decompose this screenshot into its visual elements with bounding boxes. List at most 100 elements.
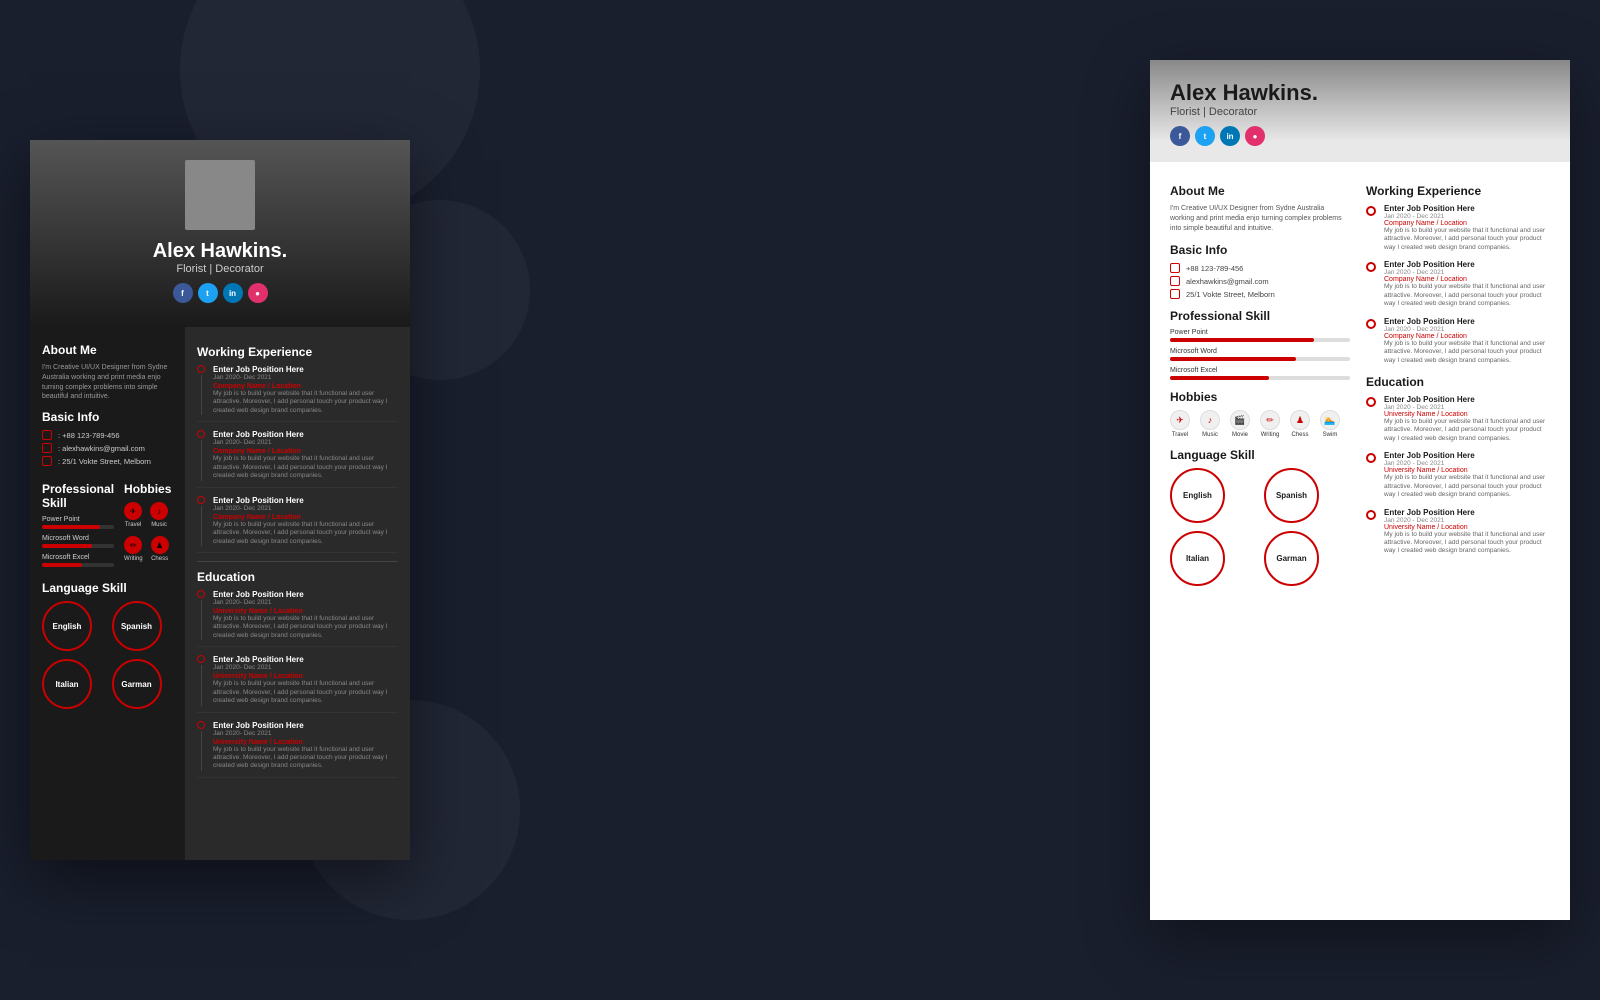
dark-photo <box>185 160 255 230</box>
light-work-dot <box>1366 319 1376 329</box>
dark-edu-item: Enter Job Position Here Jan 2020- Dec 20… <box>197 721 398 778</box>
email-icon <box>42 443 52 453</box>
dark-edu-position: Enter Job Position Here <box>213 655 398 664</box>
dark-work-company: Company Name / Location <box>213 514 398 521</box>
dark-edu-item: Enter Job Position Here Jan 2020- Dec 20… <box>197 655 398 712</box>
light-edu-dot <box>1366 510 1376 520</box>
work-dot <box>197 430 205 438</box>
light-skill-bar-bg <box>1170 376 1350 380</box>
light-edu-content: Enter Job Position Here Jan 2020 - Dec 2… <box>1384 395 1550 443</box>
dark-skill-label: Microsoft Excel <box>42 554 114 561</box>
twitter-icon: t <box>198 283 218 303</box>
light-resume-name: Alex Hawkins. <box>1170 80 1550 106</box>
dark-skills-title: Professional Skill <box>42 482 114 510</box>
work-line <box>201 440 202 480</box>
light-hobby-label: Movie <box>1232 432 1248 438</box>
dark-skill-bar-bg <box>42 563 114 567</box>
light-edu-company: University Name / Location <box>1384 411 1550 418</box>
dark-edu-position: Enter Job Position Here <box>213 721 398 730</box>
dark-edu-position: Enter Job Position Here <box>213 590 398 599</box>
light-address-item: 25/1 Vokte Street, Melborn <box>1170 289 1350 299</box>
light-edu-position: Enter Job Position Here <box>1384 451 1550 460</box>
light-edu-company: University Name / Location <box>1384 467 1550 474</box>
dark-skill-bar-fill <box>42 525 100 529</box>
dark-social-links: f t in ● <box>173 283 268 303</box>
light-edu-content: Enter Job Position Here Jan 2020 - Dec 2… <box>1384 508 1550 556</box>
light-edu-company: University Name / Location <box>1384 524 1550 531</box>
light-right-column: Working Experience Enter Job Position He… <box>1366 174 1550 908</box>
light-work-item: Enter Job Position Here Jan 2020 - Dec 2… <box>1366 260 1550 308</box>
light-work-desc: My job is to build your website that it … <box>1384 340 1550 365</box>
dark-skill-bar-bg <box>42 525 114 529</box>
light-work-desc: My job is to build your website that it … <box>1384 227 1550 252</box>
light-work-dot <box>1366 262 1376 272</box>
light-resume-title: Florist | Decorator <box>1170 106 1550 118</box>
light-work-position: Enter Job Position Here <box>1384 317 1550 326</box>
light-edu-content: Enter Job Position Here Jan 2020 - Dec 2… <box>1384 451 1550 499</box>
facebook-icon: f <box>173 283 193 303</box>
dark-work-item: Enter Job Position Here Jan 2020- Dec 20… <box>197 365 398 422</box>
dark-language-circles: EnglishSpanishItalianGarman <box>42 601 173 709</box>
instagram-icon: ● <box>248 283 268 303</box>
light-language-circle: Garman <box>1264 531 1319 586</box>
light-lang-title: Language Skill <box>1170 448 1350 462</box>
dark-basic-title: Basic Info <box>42 410 173 424</box>
light-hobby-label: Chess <box>1291 432 1308 438</box>
light-edu-date: Jan 2020 - Dec 2021 <box>1384 517 1550 524</box>
dark-skill-bar-fill <box>42 544 92 548</box>
light-address: 25/1 Vokte Street, Melborn <box>1186 290 1275 299</box>
dark-work-item: Enter Job Position Here Jan 2020- Dec 20… <box>197 430 398 487</box>
dark-work-company: Company Name / Location <box>213 448 398 455</box>
dark-phone-item: : +88 123-789-456 <box>42 430 173 440</box>
light-left-column: About Me I'm Creative UI/UX Designer fro… <box>1170 174 1350 908</box>
light-skill-row: Power Point <box>1170 329 1350 342</box>
dark-address: : 25/1 Vokte Street, Melborn <box>58 457 151 466</box>
work-line <box>201 375 202 415</box>
light-hobby-item: ✈ Travel <box>1170 410 1190 438</box>
light-hobby-item: ♟ Chess <box>1290 410 1310 438</box>
light-work-content: Enter Job Position Here Jan 2020 - Dec 2… <box>1384 260 1550 308</box>
dark-lang-title: Language Skill <box>42 581 173 595</box>
dark-work-date: Jan 2020- Dec 2021 <box>213 374 398 381</box>
light-work-item: Enter Job Position Here Jan 2020 - Dec 2… <box>1366 204 1550 252</box>
dark-about-title: About Me <box>42 343 173 357</box>
light-resume-header: Alex Hawkins. Florist | Decorator f t in… <box>1150 60 1570 162</box>
light-skill-bar-bg <box>1170 338 1350 342</box>
light-edu-dot <box>1366 397 1376 407</box>
resume-dark: Alex Hawkins. Florist | Decorator f t in… <box>30 140 410 860</box>
work-line <box>201 506 202 546</box>
light-work-company: Company Name / Location <box>1384 333 1550 340</box>
light-skill-bar-bg <box>1170 357 1350 361</box>
dark-right-column: Working Experience Enter Job Position He… <box>185 327 410 860</box>
dark-skill-label: Microsoft Word <box>42 535 114 542</box>
dark-skill-bar-bg <box>42 544 114 548</box>
light-linkedin-icon: in <box>1220 126 1240 146</box>
dark-language-circle: Spanish <box>112 601 162 651</box>
light-work-content: Enter Job Position Here Jan 2020 - Dec 2… <box>1384 204 1550 252</box>
light-edu-item: Enter Job Position Here Jan 2020 - Dec 2… <box>1366 451 1550 499</box>
hobby-label: Chess <box>151 556 168 562</box>
light-email-icon <box>1170 276 1180 286</box>
light-edu-position: Enter Job Position Here <box>1384 395 1550 404</box>
dark-work-desc: My job is to build your website that it … <box>213 455 398 480</box>
edu-line <box>201 600 202 640</box>
dark-edu-desc: My job is to build your website that it … <box>213 680 398 705</box>
light-language-circles: EnglishSpanishItalianGarman <box>1170 468 1350 586</box>
work-dot <box>197 496 205 504</box>
light-edu-desc: My job is to build your website that it … <box>1384 474 1550 499</box>
light-phone-item: +88 123-789-456 <box>1170 263 1350 273</box>
dark-edu-item: Enter Job Position Here Jan 2020- Dec 20… <box>197 590 398 647</box>
light-edu-item: Enter Job Position Here Jan 2020 - Dec 2… <box>1366 508 1550 556</box>
dark-edu-date: Jan 2020- Dec 2021 <box>213 664 398 671</box>
dark-work-item: Enter Job Position Here Jan 2020- Dec 20… <box>197 496 398 553</box>
light-social-links: f t in ● <box>1170 126 1550 146</box>
light-work-date: Jan 2020 - Dec 2021 <box>1384 269 1550 276</box>
light-facebook-icon: f <box>1170 126 1190 146</box>
light-work-title: Working Experience <box>1366 184 1550 198</box>
dark-work-position: Enter Job Position Here <box>213 430 398 439</box>
light-skill-bar-fill <box>1170 357 1296 361</box>
light-skill-row: Microsoft Word <box>1170 348 1350 361</box>
dark-hobby-item: ♟ Chess <box>151 536 169 562</box>
dark-hobbies-section: Hobbies ✈ Travel ♪ Music ✏ Writing ♟ Che… <box>124 474 173 573</box>
dark-resume-name: Alex Hawkins. <box>153 240 288 263</box>
